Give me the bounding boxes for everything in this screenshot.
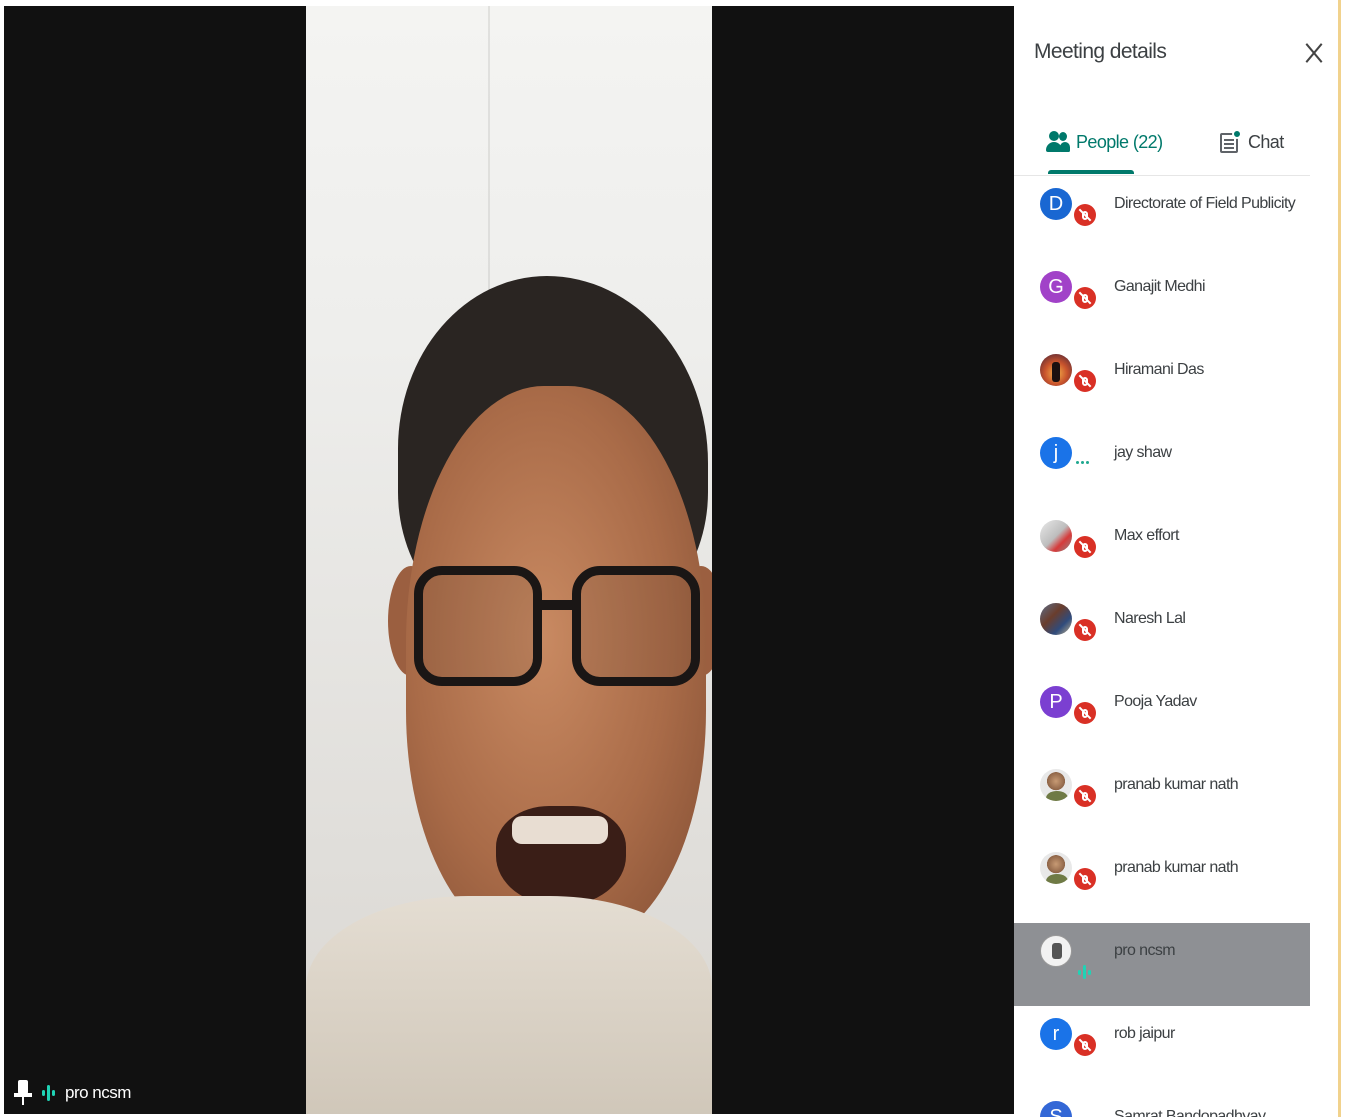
speaker-label: pro ncsm [14, 1080, 131, 1106]
avatar-group: G [1040, 271, 1100, 331]
audio-level-icon [42, 1083, 55, 1103]
tab-chat[interactable]: Chat [1220, 122, 1284, 162]
avatar-group [1040, 603, 1100, 663]
avatar: j [1040, 437, 1072, 469]
mic-off-icon [1074, 702, 1096, 724]
participant-row[interactable]: P Pooja Yadav [1014, 674, 1310, 757]
participant-name: Ganajit Medhi [1114, 278, 1206, 295]
participant-row[interactable]: Naresh Lal [1014, 591, 1310, 674]
speaking-indicator-icon [1078, 965, 1091, 979]
mic-off-icon [1074, 204, 1096, 226]
mic-off-icon [1074, 536, 1096, 558]
mic-off-icon [1074, 785, 1096, 807]
avatar-group: j [1040, 437, 1100, 497]
avatar [1040, 354, 1072, 386]
people-icon [1046, 130, 1070, 154]
avatar: G [1040, 271, 1072, 303]
avatar: D [1040, 188, 1072, 220]
participant-name: rob jaipur [1114, 1025, 1175, 1042]
participant-row[interactable]: G Ganajit Medhi [1014, 259, 1310, 342]
people-list: D Directorate of Field Publicity G Ganajit … [1014, 176, 1310, 1117]
participant-name: Samrat Bandopadhyay [1114, 1108, 1266, 1117]
participant-row[interactable]: j jay shaw [1014, 425, 1310, 508]
avatar [1040, 520, 1072, 552]
avatar-group [1040, 769, 1100, 829]
mic-off-icon [1074, 1034, 1096, 1056]
tab-people-label: People (22) [1076, 131, 1163, 152]
mic-off-icon [1074, 868, 1096, 890]
participant-name: pro ncsm [1114, 942, 1176, 959]
connecting-dots-icon [1076, 461, 1089, 464]
chat-icon [1220, 129, 1242, 155]
participant-row[interactable]: Hiramani Das [1014, 342, 1310, 425]
video-subject-glasses [414, 566, 700, 716]
video-subject-shirt [306, 896, 712, 1114]
mic-off-icon [1074, 619, 1096, 641]
avatar [1040, 852, 1072, 884]
active-tab-indicator [1048, 170, 1134, 174]
avatar-group [1040, 852, 1100, 912]
avatar [1040, 769, 1072, 801]
participant-row[interactable]: r rob jaipur [1014, 1006, 1310, 1089]
avatar-group: S [1040, 1101, 1100, 1117]
participant-name: pranab kumar nath [1114, 859, 1239, 876]
avatar: r [1040, 1018, 1072, 1050]
participant-row[interactable]: S Samrat Bandopadhyay [1014, 1089, 1310, 1117]
panel-tabs: People (22) Chat [1014, 112, 1310, 176]
video-stage: pro ncsm [4, 6, 1014, 1114]
avatar-group: D [1040, 188, 1100, 248]
participant-row[interactable]: pro ncsm [1014, 923, 1310, 1006]
participant-name: Pooja Yadav [1114, 693, 1197, 710]
avatar-group [1040, 935, 1100, 995]
avatar-group: r [1040, 1018, 1100, 1078]
participant-name: jay shaw [1114, 444, 1172, 461]
mic-off-icon [1074, 370, 1096, 392]
avatar-group: P [1040, 686, 1100, 746]
participant-name: Naresh Lal [1114, 610, 1186, 627]
tab-chat-label: Chat [1248, 131, 1284, 152]
participant-row[interactable]: D Directorate of Field Publicity [1014, 176, 1310, 259]
participant-video[interactable] [306, 6, 712, 1114]
meeting-details-panel: Meeting details People (22) Chat D Direct… [1014, 0, 1336, 1117]
participant-row[interactable]: pranab kumar nath [1014, 840, 1310, 923]
pin-icon[interactable] [14, 1080, 32, 1106]
video-subject-mouth [496, 806, 626, 906]
avatar-group [1040, 354, 1100, 414]
avatar: S [1040, 1101, 1072, 1117]
avatar [1040, 603, 1072, 635]
participant-name: Directorate of Field Publicity [1114, 195, 1296, 212]
speaker-name: pro ncsm [65, 1083, 131, 1102]
participant-name: Max effort [1114, 527, 1179, 544]
avatar [1040, 935, 1072, 967]
avatar-group [1040, 520, 1100, 580]
participant-row[interactable]: Max effort [1014, 508, 1310, 591]
participant-row[interactable]: pranab kumar nath [1014, 757, 1310, 840]
participant-name: Hiramani Das [1114, 361, 1204, 378]
avatar: P [1040, 686, 1072, 718]
panel-title: Meeting details [1034, 40, 1167, 63]
close-icon[interactable] [1299, 38, 1329, 68]
panel-header: Meeting details [1034, 40, 1334, 70]
participant-name: pranab kumar nath [1114, 776, 1239, 793]
tab-people[interactable]: People (22) [1046, 122, 1163, 162]
mic-off-icon [1074, 287, 1096, 309]
window-edge [1338, 0, 1341, 1117]
